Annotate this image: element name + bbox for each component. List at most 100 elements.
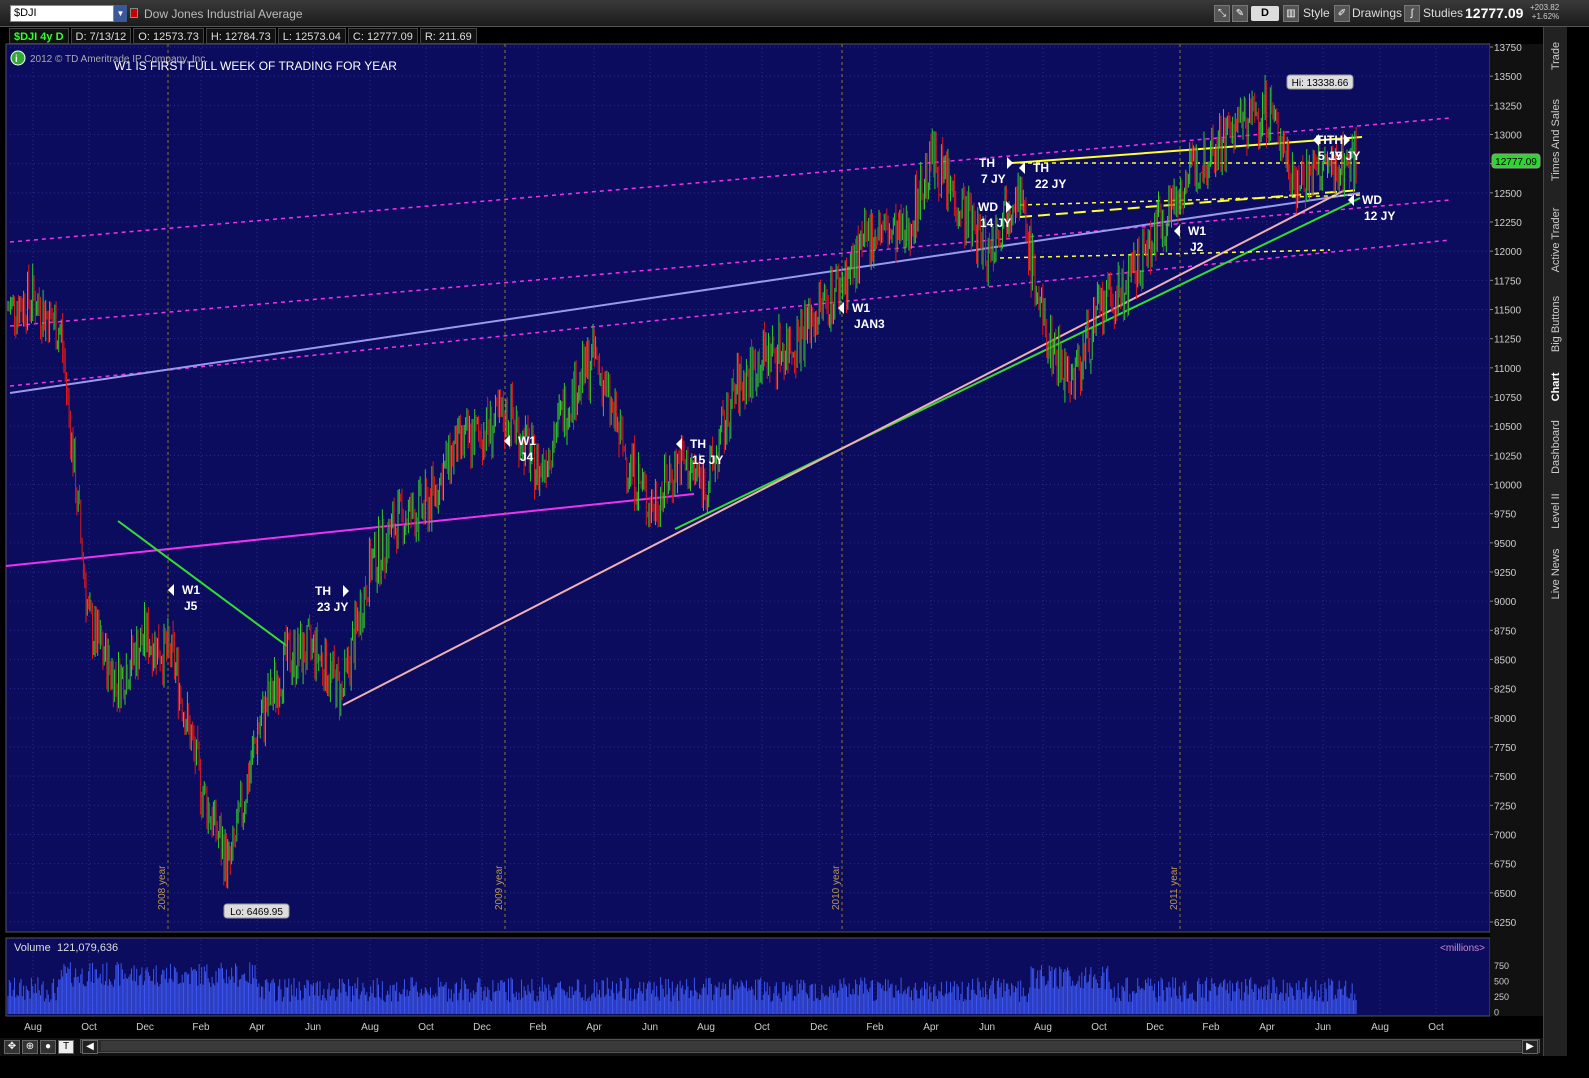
magnifier-icon[interactable]: ● (40, 1040, 56, 1054)
tab-live-news-label: Live News (1550, 548, 1562, 600)
y-tick-label: 11250 (1494, 335, 1522, 346)
annotation-line2: J5 (184, 599, 198, 613)
volume-value: 121,079,636 (57, 942, 118, 954)
x-tick-label: Feb (866, 1022, 884, 1033)
x-tick-label: Dec (1146, 1022, 1164, 1033)
x-tick-label: Aug (24, 1022, 42, 1033)
tab-times-and-sales[interactable]: Times And Sales (1544, 85, 1568, 195)
volume-tick-label: 500 (1494, 977, 1509, 987)
annotation-line1: TH (690, 437, 706, 451)
tab-trade-label: Trade (1550, 41, 1562, 71)
x-tick-label: Aug (697, 1022, 715, 1033)
x-tick-label: Jun (642, 1022, 658, 1033)
x-tick-label: Feb (192, 1022, 210, 1033)
year-label: 2009 year (494, 865, 505, 910)
year-label: 2010 year (831, 865, 842, 910)
crosshair-icon[interactable]: ✥ (4, 1040, 20, 1054)
annotation-line2: J2 (1190, 240, 1204, 254)
hi-label: Hi: 13338.66 (1292, 78, 1349, 89)
info-low: L: 12573.04 (277, 28, 346, 44)
y-tick-label: 13500 (1494, 72, 1522, 83)
y-tick-label: 12500 (1494, 189, 1522, 200)
tab-trade[interactable]: Trade (1544, 27, 1568, 85)
info-close: C: 12777.09 (347, 28, 418, 44)
x-tick-label: Aug (361, 1022, 379, 1033)
scroll-right-icon[interactable]: ▶ (1522, 1040, 1538, 1054)
volume-tick-label: 0 (1494, 1008, 1499, 1018)
x-tick-label: Aug (1371, 1022, 1389, 1033)
tab-chart[interactable]: Chart (1544, 363, 1568, 411)
scroll-thumb[interactable] (101, 1041, 1521, 1051)
y-tick-label: 12250 (1494, 218, 1522, 229)
y-tick-label: 6750 (1494, 860, 1517, 871)
volume-tick-label: 250 (1494, 992, 1509, 1002)
annotation-line2: 22 JY (1035, 177, 1066, 191)
info-icon (10, 50, 26, 66)
tab-big-buttons[interactable]: Big Buttons (1544, 285, 1568, 363)
x-tick-label: Apr (586, 1022, 602, 1033)
y-tick-label: 10500 (1494, 422, 1522, 433)
annotation-line2: 14 JY (980, 216, 1011, 230)
info-bar: $DJI 4y D D: 7/13/12 O: 12573.73 H: 1278… (9, 28, 479, 44)
tab-live-news[interactable]: Live News (1544, 539, 1568, 609)
volume-label: Volume (14, 942, 51, 954)
annotation-line1: TH (1033, 161, 1049, 175)
y-tick-label: 9000 (1494, 597, 1517, 608)
tab-level-ii[interactable]: Level II (1544, 483, 1568, 539)
info-open: O: 12573.73 (133, 28, 204, 44)
year-label: 2011 year (1169, 866, 1180, 910)
tab-active-trader[interactable]: Active Trader (1544, 195, 1568, 285)
x-tick-label: Apr (923, 1022, 939, 1033)
annotation-line2: 15 JY (692, 453, 723, 467)
zoom-icon[interactable]: ⊕ (22, 1040, 38, 1054)
y-tick-label: 12000 (1494, 247, 1522, 258)
y-tick-label: 7250 (1494, 801, 1517, 812)
y-tick-label: 13000 (1494, 131, 1522, 142)
year-label: 2008 year (157, 865, 168, 910)
x-tick-label: Feb (1202, 1022, 1220, 1033)
x-tick-label: Dec (473, 1022, 491, 1033)
x-tick-label: Oct (1428, 1022, 1444, 1033)
x-tick-label: Apr (1259, 1022, 1275, 1033)
info-symbol-period[interactable]: $DJI 4y D (9, 28, 69, 44)
y-tick-label: 8000 (1494, 714, 1517, 725)
scroll-left-icon[interactable]: ◀ (82, 1040, 98, 1054)
x-tick-label: Oct (81, 1022, 97, 1033)
y-tick-label: 13750 (1494, 43, 1522, 54)
y-tick-label: 7750 (1494, 743, 1517, 754)
window-frame-bottom (0, 1056, 1589, 1078)
annotation-line2: 7 JY (981, 172, 1006, 186)
tab-big-buttons-label: Big Buttons (1550, 295, 1562, 353)
annotation-line1: TH (1327, 133, 1343, 147)
x-tick-label: Oct (418, 1022, 434, 1033)
annotation-line1: WD (1362, 193, 1382, 207)
tab-level-ii-label: Level II (1550, 493, 1562, 529)
info-range: R: 211.69 (419, 28, 477, 44)
x-tick-label: Jun (1315, 1022, 1331, 1033)
volume-tick-label: 750 (1494, 961, 1509, 971)
annotation-line1: W1 (852, 301, 870, 315)
x-tick-label: Oct (754, 1022, 770, 1033)
y-tick-label: 11750 (1494, 276, 1522, 287)
x-tick-label: Feb (529, 1022, 547, 1033)
annotation-line2: 23 JY (317, 600, 348, 614)
annotation-line2: JAN3 (854, 317, 885, 331)
tab-dashboard[interactable]: Dashboard (1544, 411, 1568, 483)
tab-chart-label: Chart (1550, 372, 1562, 402)
info-high: H: 12784.73 (205, 28, 276, 44)
y-tick-label: 9500 (1494, 539, 1517, 550)
horizontal-scrollbar[interactable] (80, 1039, 1540, 1053)
y-tick-label: 11000 (1494, 364, 1522, 375)
y-tick-label: 6500 (1494, 889, 1517, 900)
info-date: D: 7/13/12 (70, 28, 132, 44)
text-tool-icon[interactable]: T (58, 1040, 74, 1054)
lo-label: Lo: 6469.95 (230, 907, 283, 918)
x-tick-label: Apr (249, 1022, 265, 1033)
annotation-line1: WD (978, 200, 998, 214)
chart-note: W1 IS FIRST FULL WEEK OF TRADING FOR YEA… (114, 59, 397, 73)
annotation-line1: W1 (1188, 224, 1206, 238)
price-chart[interactable]: 1375013500132501300012750125001225012000… (0, 0, 1543, 1038)
y-tick-label: 10000 (1494, 481, 1522, 492)
y-tick-label: 7500 (1494, 772, 1517, 783)
y-tick-label: 13250 (1494, 101, 1522, 112)
